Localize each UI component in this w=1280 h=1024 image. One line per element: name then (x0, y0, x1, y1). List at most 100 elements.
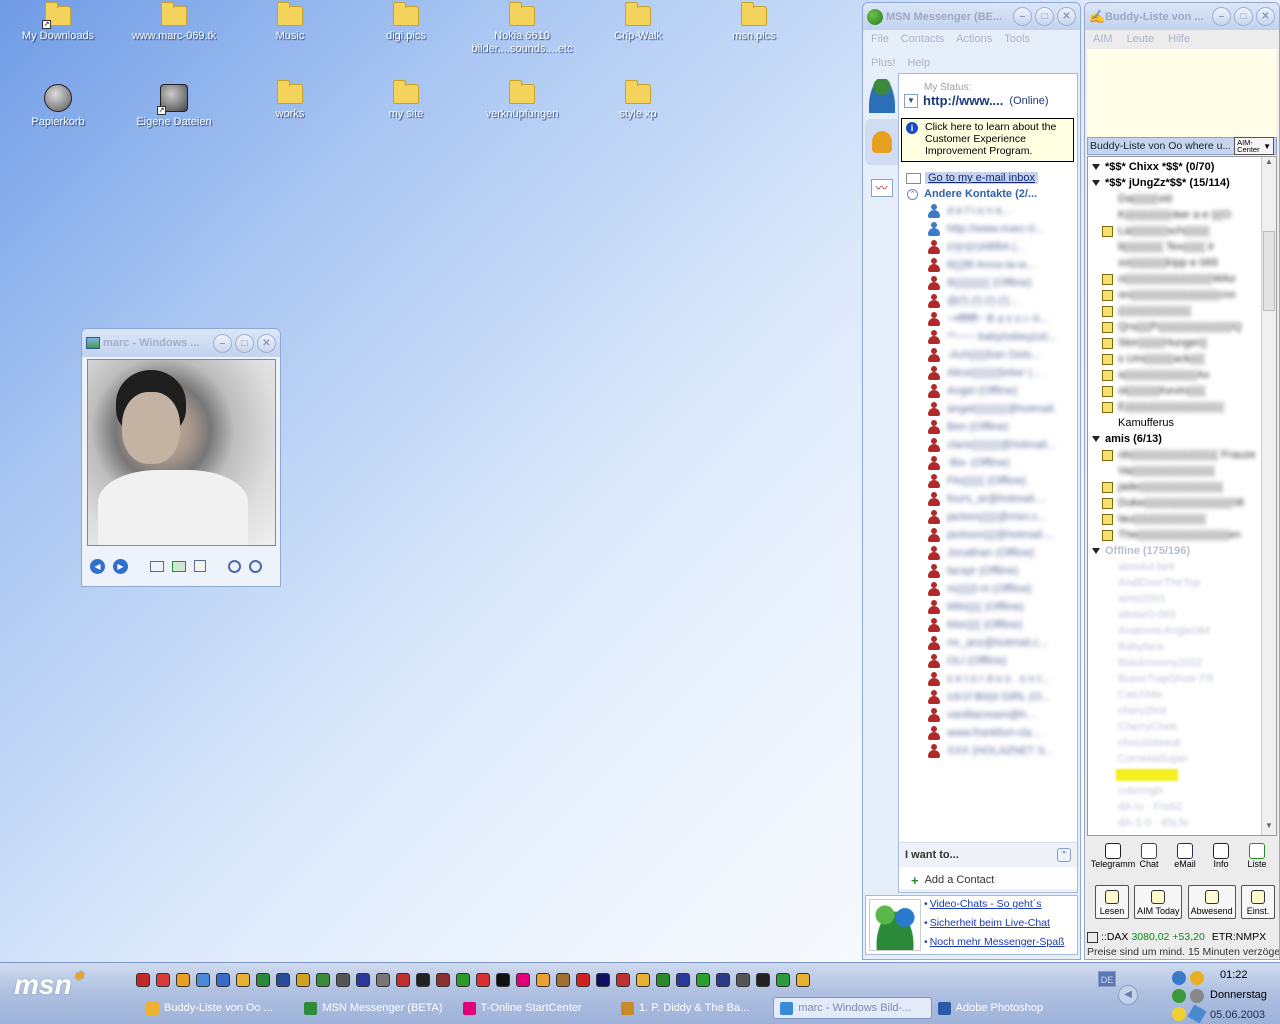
desktop-icon[interactable]: www.marc-069.tk (119, 2, 229, 43)
quick-launch-icon[interactable] (616, 973, 630, 987)
desktop-icon[interactable]: Nokia 6610 bilder....sounds....etc (467, 2, 577, 56)
taskbar-button[interactable]: Adobe Photoshop (932, 997, 1090, 1019)
quick-launch-icon[interactable] (436, 973, 450, 987)
desktop-icon[interactable]: verknüpfungen (467, 80, 577, 121)
tray-icon-pen[interactable] (1187, 1004, 1207, 1024)
buddy-row[interactable]: chery2hot (1088, 703, 1260, 719)
buddy-row[interactable]: AndiDoorTheTop (1088, 575, 1260, 591)
contact-item[interactable]: 8(((Bl Anna-ta-w... (927, 256, 1077, 274)
contact-item[interactable]: **~~~ babyhobey(u0... (927, 328, 1077, 346)
buddy-row[interactable]: La((((((((((sch((((((( (1088, 223, 1260, 239)
buddy-row[interactable]: CatchMe (1088, 687, 1260, 703)
contact-item[interactable]: -Ach(((((kan Dots... (927, 346, 1077, 364)
quick-launch-icon[interactable] (196, 973, 210, 987)
desktop-icon[interactable]: digi.pics (351, 2, 461, 43)
promo-link[interactable]: Noch mehr Messenger-Spaß (930, 936, 1065, 948)
contact-item[interactable]: http://www.marc-0... (927, 220, 1077, 238)
quick-launch-icon[interactable] (536, 973, 550, 987)
buddy-row[interactable]: absolut-lark (1088, 559, 1260, 575)
buddy-row[interactable]: amis (6/13) (1088, 431, 1260, 447)
buddy-row[interactable]: BravoTrapShow FR (1088, 671, 1260, 687)
buddy-row[interactable]: chocolateeat (1088, 735, 1260, 751)
contact-item[interactable]: Angel (Offline) (927, 382, 1077, 400)
previous-icon[interactable]: ◀ (90, 558, 105, 574)
contact-item[interactable]: jackson(((@hotmail.... (927, 526, 1077, 544)
tray-icon-msn[interactable] (1172, 989, 1186, 1003)
image-viewer-titlebar[interactable]: marc - Windows ... – □ ✕ (82, 329, 280, 357)
tray-collapse-icon[interactable]: ◀ (1118, 985, 1138, 1005)
quick-launch-icon[interactable] (756, 973, 770, 987)
contact-item[interactable]: @(!) (!) (!) (!)... (927, 292, 1077, 310)
quick-launch-icon[interactable] (156, 973, 170, 987)
quick-launch-icon[interactable] (596, 973, 610, 987)
desktop-icon[interactable]: Music (235, 2, 345, 43)
promo-link[interactable]: Sicherheit beim Live-Chat (930, 917, 1050, 929)
quick-launch-icon[interactable] (356, 973, 370, 987)
msn-titlebar[interactable]: MSN Messenger (BE... – □ ✕ (863, 3, 1080, 30)
liste-button[interactable]: Liste (1239, 843, 1275, 875)
contact-item[interactable]: ~•fffffff~ B a s s i--0... (927, 310, 1077, 328)
tray-icon-network[interactable] (1172, 971, 1186, 985)
chat-button[interactable]: Chat (1131, 843, 1167, 875)
buddy-row[interactable]: xo((((((((((kIpp e 069 (1088, 255, 1260, 271)
buddy-row[interactable]: CorneliaSuper (1088, 751, 1260, 767)
desktop-icon[interactable]: Crip-Walk (583, 2, 693, 43)
quick-launch-icon[interactable] (496, 973, 510, 987)
quick-launch-icon[interactable] (216, 973, 230, 987)
quick-launch-icon[interactable] (376, 973, 390, 987)
buddy-row[interactable]: Babyface (1088, 639, 1260, 655)
contact-item[interactable]: www.frankfurt-cla... (927, 724, 1077, 742)
menu-item[interactable]: Help (907, 57, 930, 69)
contact-item[interactable]: Jonathan (Offline) (927, 544, 1077, 562)
contact-item[interactable]: jacken(((((@msn.c... (927, 508, 1077, 526)
buddy-row[interactable]: Kamufferus (1088, 415, 1260, 431)
expand-icon[interactable] (1092, 436, 1100, 442)
promo-link-row[interactable]: • Video-Chats - So geht´s (924, 898, 1065, 917)
expand-icon[interactable] (1092, 548, 1100, 554)
buddy-row[interactable]: jade((((((((((((((((((((((( (1088, 479, 1260, 495)
desktop-icon[interactable]: msn.pics (699, 2, 809, 43)
contact-item[interactable]: s3r1f B0(d GIRL (O... (927, 688, 1077, 706)
aim-center-button[interactable]: AIM-Center ▼ (1234, 137, 1274, 155)
tray-icon-aim[interactable] (1190, 971, 1204, 985)
buddy-row[interactable]: Duke((((((((((((((((((((((((08 (1088, 495, 1260, 511)
aim-buddy-window[interactable]: ✍ Buddy-Liste von ... – □ ✕ AIM Leute Hilf… (1084, 2, 1280, 960)
quick-launch-icon[interactable] (776, 973, 790, 987)
quick-launch-icon[interactable] (676, 973, 690, 987)
close-button[interactable]: ✕ (257, 333, 276, 353)
contacts-tab[interactable] (865, 73, 898, 119)
buddy-row[interactable]: ob(((((((((((((((((((((((( Frauze (1088, 447, 1260, 463)
buddy-row[interactable]: ((((((((((((((((( (1088, 767, 1260, 783)
buddy-row[interactable]: Va((((((((((((((((((((((( (1088, 463, 1260, 479)
quick-launch-icon[interactable] (416, 973, 430, 987)
info-button[interactable]: Info (1203, 843, 1239, 875)
buddy-row[interactable]: Offline (175/196) (1088, 543, 1260, 559)
quick-launch-icon[interactable] (256, 973, 270, 987)
buddy-row[interactable]: Blackmoony2002 (1088, 655, 1260, 671)
contact-item[interactable]: angel(((((((((@hotmail.... (927, 400, 1077, 418)
buddy-row[interactable]: lau(((((((((((((((((((( (1088, 511, 1260, 527)
menu-item[interactable]: Tools (1004, 33, 1030, 45)
buddy-row[interactable]: amis2001 (1088, 591, 1260, 607)
buddy-row[interactable]: s((((((((((((((((((((Ax (1088, 367, 1260, 383)
taskbar-button[interactable]: Buddy-Liste von Oo ... (140, 997, 298, 1019)
alerts-tab[interactable] (865, 119, 898, 165)
buddy-row[interactable]: The(((((((((((((((((((((((((en (1088, 527, 1260, 543)
scroll-up-arrow[interactable]: ▲ (1262, 157, 1276, 171)
scroll-thumb[interactable] (1263, 231, 1275, 311)
inbox-link[interactable]: Go to my e-mail inbox (925, 172, 1038, 184)
contact-item[interactable]: m(((((l-m (Offline) (927, 580, 1077, 598)
big-button[interactable]: Einst. (1240, 885, 1275, 919)
buddy-row[interactable]: AnatomicAngle084 (1088, 623, 1260, 639)
quick-launch-icon[interactable] (736, 973, 750, 987)
quick-launch-icon[interactable] (136, 973, 150, 987)
buddy-row[interactable]: on((((((((((((((((((((((((cnn (1088, 287, 1260, 303)
quick-launch-icon[interactable] (176, 973, 190, 987)
buddy-row[interactable]: cvbnmgh (1088, 783, 1260, 799)
add-contact-label[interactable]: Add a Contact (925, 874, 995, 886)
quick-launch-icon[interactable] (396, 973, 410, 987)
promo-link[interactable]: Video-Chats - So geht´s (930, 898, 1042, 910)
menu-item[interactable]: Plus! (871, 57, 895, 69)
big-button[interactable]: Abwesend (1187, 885, 1236, 919)
status-dropdown-icon[interactable]: ▼ (904, 93, 918, 108)
